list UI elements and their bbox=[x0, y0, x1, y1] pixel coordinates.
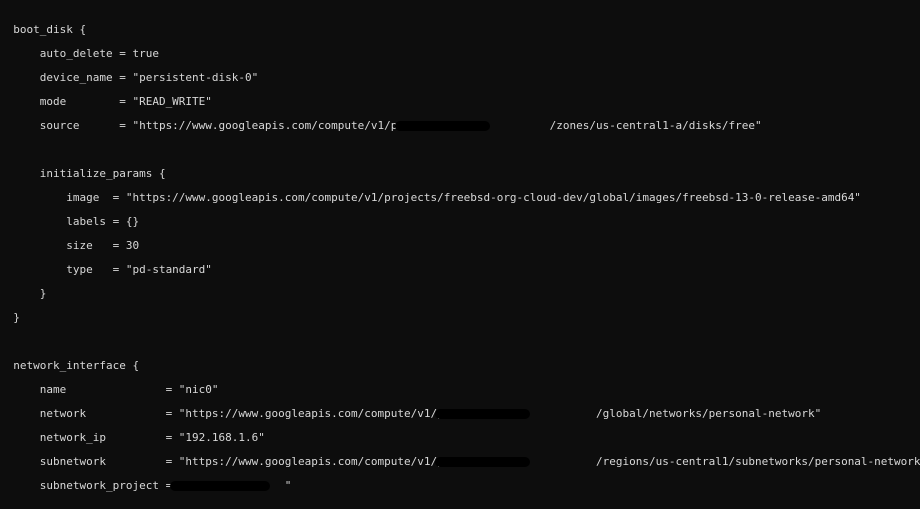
code-line: boot_disk { bbox=[0, 24, 920, 36]
code-line: auto_delete = true bbox=[0, 48, 920, 60]
code-line bbox=[0, 144, 920, 156]
code-line: type = "pd-standard" bbox=[0, 264, 920, 276]
redaction-bar bbox=[435, 457, 530, 467]
code-line: size = 30 bbox=[0, 240, 920, 252]
code-line: network_ip = "192.168.1.6" bbox=[0, 432, 920, 444]
code-line: } bbox=[0, 312, 920, 324]
redaction-bar bbox=[170, 481, 270, 491]
code-line: device_name = "persistent-disk-0" bbox=[0, 72, 920, 84]
code-line bbox=[0, 0, 920, 12]
code-line: labels = {} bbox=[0, 216, 920, 228]
code-line: mode = "READ_WRITE" bbox=[0, 96, 920, 108]
code-line bbox=[0, 504, 920, 509]
code-line: image = "https://www.googleapis.com/comp… bbox=[0, 192, 920, 204]
code-line bbox=[0, 336, 920, 348]
code-line: network_interface { bbox=[0, 360, 920, 372]
code-line: subnetwork = "https://www.googleapis.com… bbox=[0, 456, 920, 468]
terraform-code-block: boot_disk { auto_delete = true device_na… bbox=[0, 0, 920, 509]
redaction-bar bbox=[395, 121, 490, 131]
code-line: } bbox=[0, 288, 920, 300]
code-line: source = "https://www.googleapis.com/com… bbox=[0, 120, 920, 132]
redaction-bar bbox=[435, 409, 530, 419]
code-line: network = "https://www.googleapis.com/co… bbox=[0, 408, 920, 420]
code-line: initialize_params { bbox=[0, 168, 920, 180]
code-line: name = "nic0" bbox=[0, 384, 920, 396]
code-line: subnetwork_project = " " bbox=[0, 480, 920, 492]
